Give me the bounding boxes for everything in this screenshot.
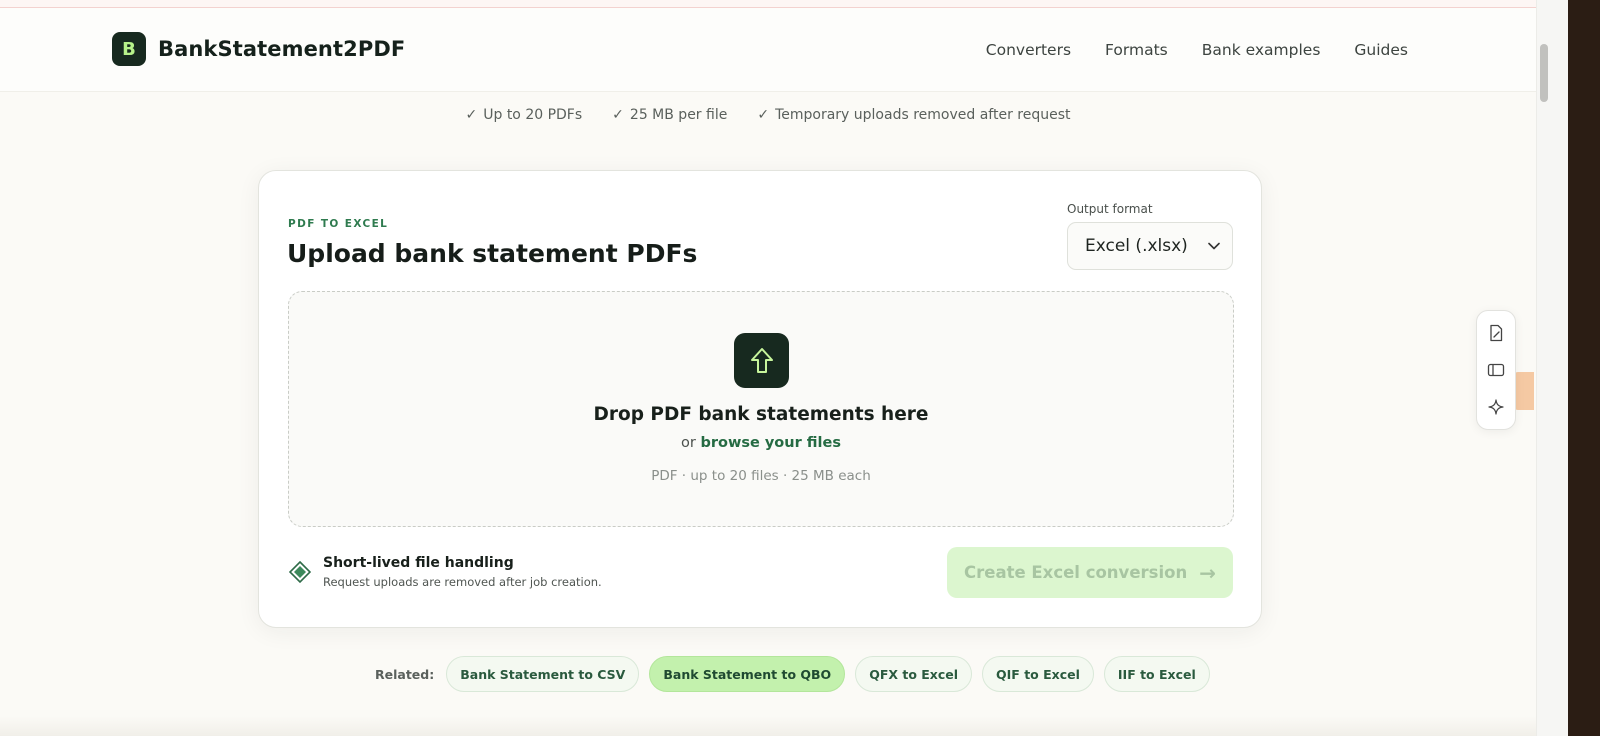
card-eyebrow: PDF TO EXCEL [288, 218, 389, 230]
sparkle-icon [1488, 399, 1504, 415]
dropzone-hint: PDF · up to 20 files · 25 MB each [651, 468, 871, 484]
file-dropzone[interactable]: Drop PDF bank statements here or browse … [288, 291, 1234, 527]
dropzone-subtext: or browse your files [289, 435, 1233, 451]
edit-document-icon [1490, 325, 1503, 342]
site-logo[interactable]: B BankStatement2PDF [112, 32, 405, 66]
main-nav: Converters Formats Bank examples Guides [986, 41, 1408, 59]
page-scrollbar[interactable] [1536, 0, 1568, 736]
trust-item: ✓ 25 MB per file [612, 107, 727, 123]
output-format-label: Output format [1067, 202, 1153, 216]
floating-side-toolbar [1476, 310, 1516, 430]
trust-text: Temporary uploads removed after request [775, 107, 1071, 123]
check-icon: ✓ [465, 107, 478, 123]
dropzone-or: or [681, 435, 696, 451]
nav-guides[interactable]: Guides [1354, 41, 1408, 59]
brand-name: BankStatement2PDF [158, 37, 406, 61]
trust-text: 25 MB per file [629, 107, 728, 123]
nav-formats[interactable]: Formats [1105, 41, 1168, 59]
chevron-down-icon [1208, 242, 1220, 250]
output-format-select[interactable]: Excel (.xlsx) [1067, 222, 1233, 270]
trust-item: ✓ Temporary uploads removed after reques… [757, 107, 1070, 123]
tool-edit-document[interactable] [1481, 318, 1511, 348]
handling-description: Request uploads are removed after job cr… [323, 575, 602, 589]
top-accent-bar [0, 0, 1568, 8]
card-title: Upload bank statement PDFs [287, 239, 698, 268]
create-conversion-label: Create Excel conversion [964, 563, 1188, 582]
trust-text: Up to 20 PDFs [483, 107, 583, 123]
browser-viewport: B BankStatement2PDF Converters Formats B… [0, 0, 1568, 736]
file-handling-note: Short-lived file handling Request upload… [289, 555, 602, 589]
upload-arrow-icon [734, 333, 789, 388]
check-icon: ✓ [612, 107, 624, 123]
tool-sidebar-panel[interactable] [1481, 355, 1511, 385]
check-icon: ✓ [757, 107, 770, 123]
related-chip-qbo[interactable]: Bank Statement to QBO [649, 656, 846, 692]
upload-card: PDF TO EXCEL Upload bank statement PDFs … [258, 170, 1262, 628]
related-chip-csv[interactable]: Bank Statement to CSV [446, 656, 640, 692]
create-conversion-button[interactable]: Create Excel conversion → [947, 547, 1233, 598]
handling-title: Short-lived file handling [323, 555, 514, 571]
site-header: B BankStatement2PDF Converters Formats B… [0, 8, 1536, 92]
arrow-right-icon: → [1199, 560, 1216, 585]
trust-item: ✓ Up to 20 PDFs [466, 107, 583, 123]
related-label: Related: [375, 666, 435, 682]
nav-bank-examples[interactable]: Bank examples [1202, 41, 1321, 59]
bottom-fade [0, 716, 1536, 736]
output-format-value: Excel (.xlsx) [1085, 236, 1188, 256]
sidebar-panel-icon [1487, 363, 1505, 377]
related-chip-iif[interactable]: IIF to Excel [1103, 656, 1210, 692]
trust-badges: ✓ Up to 20 PDFs ✓ 25 MB per file ✓ Tempo… [0, 107, 1536, 123]
related-chip-qif[interactable]: QIF to Excel [982, 656, 1094, 692]
related-chip-qfx[interactable]: QFX to Excel [855, 656, 973, 692]
diamond-icon [289, 561, 311, 583]
browse-files-link[interactable]: browse your files [700, 435, 841, 451]
logo-mark-icon: B [112, 32, 146, 66]
tool-sparkle[interactable] [1481, 392, 1511, 422]
dropzone-title: Drop PDF bank statements here [593, 404, 929, 425]
scrollbar-thumb[interactable] [1540, 44, 1548, 102]
related-links: Related: Bank Statement to CSV Bank Stat… [375, 656, 1210, 692]
nav-converters[interactable]: Converters [986, 41, 1071, 59]
side-peek-tab[interactable] [1514, 372, 1534, 410]
